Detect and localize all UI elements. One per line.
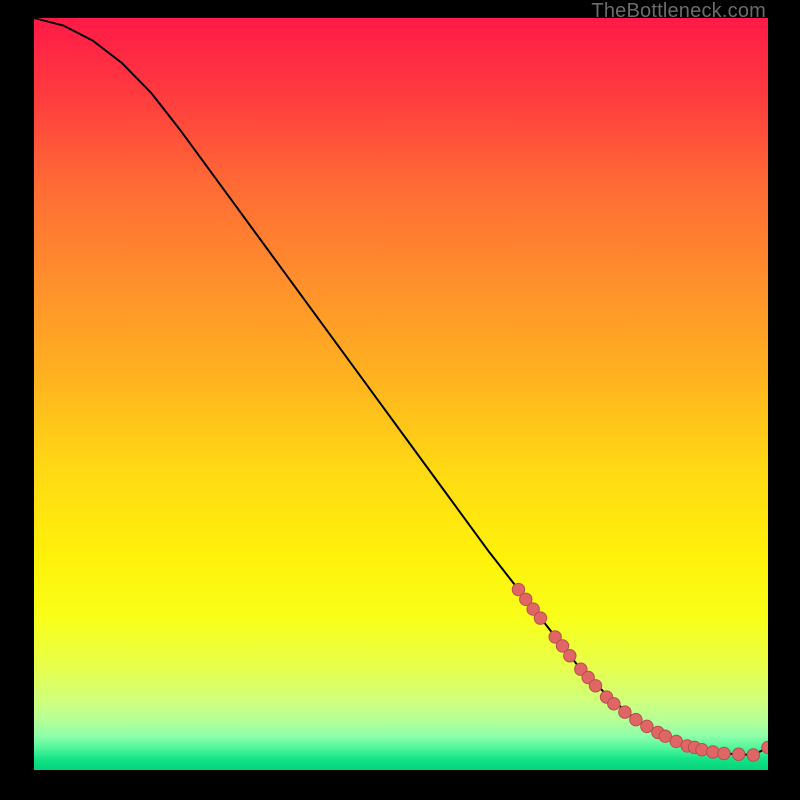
bottleneck-curve <box>34 18 768 755</box>
data-marker <box>696 744 708 756</box>
chart-stage: TheBottleneck.com <box>0 0 800 800</box>
data-marker <box>630 713 642 725</box>
data-markers <box>512 583 768 761</box>
data-marker <box>707 746 719 758</box>
data-marker <box>732 748 744 760</box>
data-marker <box>564 650 576 662</box>
data-marker <box>534 612 546 624</box>
data-marker <box>747 749 759 761</box>
data-marker <box>619 706 631 718</box>
data-marker <box>608 698 620 710</box>
data-marker <box>589 680 601 692</box>
data-marker <box>659 730 671 742</box>
curve-layer <box>34 18 768 770</box>
plot-area <box>34 18 768 770</box>
data-marker <box>641 720 653 732</box>
data-marker <box>718 747 730 759</box>
data-marker <box>762 741 768 753</box>
